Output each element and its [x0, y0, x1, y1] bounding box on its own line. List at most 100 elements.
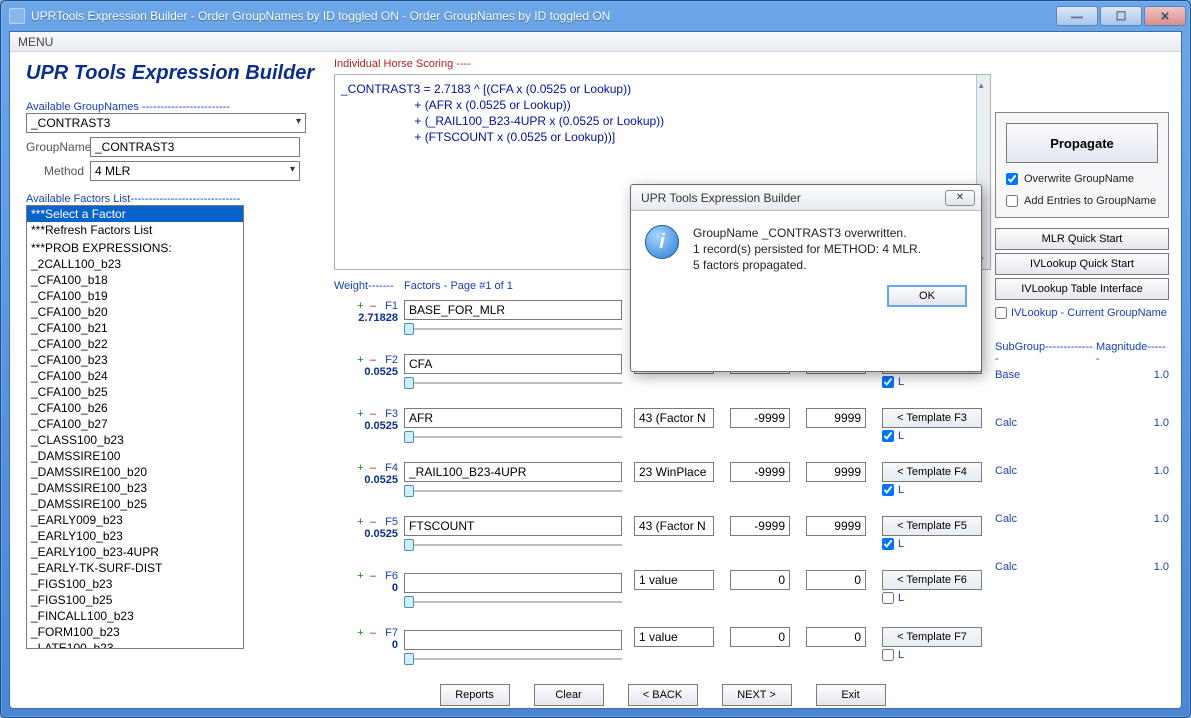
factor-slider[interactable] [404, 652, 622, 666]
factors-listbox[interactable]: ***Select a Factor***Refresh Factors Lis… [26, 205, 244, 649]
ivlookup-current-link[interactable]: IVLookup - Current GroupName [995, 307, 1169, 319]
dialog-close-button[interactable]: ✕ [945, 190, 975, 206]
groupnames-combo[interactable]: _CONTRAST3 [26, 113, 306, 133]
maximize-button[interactable]: ☐ [1100, 6, 1142, 26]
propagate-panel: Propagate Overwrite GroupName Add Entrie… [995, 112, 1169, 218]
list-item[interactable]: _DAMSSIRE100_b20 [27, 464, 243, 480]
list-item[interactable]: _DAMSSIRE100_b23 [27, 480, 243, 496]
list-item[interactable]: _FINCALL100_b23 [27, 608, 243, 624]
list-item[interactable]: _CFA100_b23 [27, 352, 243, 368]
list-item[interactable]: _2CALL100_b23 [27, 256, 243, 272]
factor-hi-input[interactable]: 9999 [806, 516, 866, 536]
list-item[interactable]: _CFA100_b26 [27, 400, 243, 416]
list-item[interactable]: _EARLY-TK-SURF-DIST [27, 560, 243, 576]
list-item[interactable]: _EARLY009_b23 [27, 512, 243, 528]
magnitude-header: Magnitude------ [1096, 341, 1169, 365]
exit-button[interactable]: Exit [816, 684, 886, 706]
menubar[interactable]: MENU [10, 32, 1181, 52]
template-button[interactable]: < Template F5 [882, 516, 982, 536]
list-item[interactable]: _FORM100_b23 [27, 624, 243, 640]
clear-button[interactable]: Clear [534, 684, 604, 706]
factor-src-input[interactable]: 23 WinPlace [634, 462, 714, 482]
factor-src-input[interactable]: 1 value [634, 570, 714, 590]
factor-hi-input[interactable]: 0 [806, 627, 866, 647]
factor-L-check[interactable]: L [882, 649, 982, 661]
template-button[interactable]: < Template F3 [882, 408, 982, 428]
scoring-header: Individual Horse Scoring ---- [334, 58, 991, 70]
list-item[interactable]: _CFA100_b21 [27, 320, 243, 336]
list-item[interactable]: _CFA100_b24 [27, 368, 243, 384]
factor-L-check[interactable]: L [882, 376, 982, 388]
list-item[interactable]: _CFA100_b25 [27, 384, 243, 400]
ivlookup-table-button[interactable]: IVLookup Table Interface [995, 278, 1169, 300]
method-combo[interactable]: 4 MLR [90, 161, 300, 181]
menu-item-menu[interactable]: MENU [18, 35, 53, 49]
groupname-input[interactable]: _CONTRAST3 [90, 137, 300, 157]
list-item[interactable]: _DAMSSIRE100 [27, 448, 243, 464]
factor-name-input[interactable]: FTSCOUNT [404, 516, 622, 536]
factor-L-check[interactable]: L [882, 592, 982, 604]
factor-row: + – F7 0 1 value 0 0 < Template F7 L [334, 627, 991, 666]
minimize-button[interactable]: — [1056, 6, 1098, 26]
list-item[interactable]: _CFA100_b20 [27, 304, 243, 320]
factor-slider[interactable] [404, 538, 622, 552]
ivlookup-quickstart-button[interactable]: IVLookup Quick Start [995, 253, 1169, 275]
titlebar[interactable]: UPRTools Expression Builder - Order Grou… [1, 1, 1190, 31]
close-button[interactable]: ✕ [1144, 6, 1186, 26]
factor-L-check[interactable]: L [882, 538, 982, 550]
template-button[interactable]: < Template F6 [882, 570, 982, 590]
list-item[interactable]: _FIGS100_b25 [27, 592, 243, 608]
factor-name-input[interactable]: BASE_FOR_MLR [404, 300, 622, 320]
factor-src-input[interactable]: 43 (Factor N [634, 516, 714, 536]
factor-L-check[interactable]: L [882, 430, 982, 442]
factor-lo-input[interactable]: -9999 [730, 462, 790, 482]
factor-src-input[interactable]: 43 (Factor N [634, 408, 714, 428]
list-item[interactable]: _CFA100_b27 [27, 416, 243, 432]
list-item[interactable]: _DAMSSIRE100_b25 [27, 496, 243, 512]
back-button[interactable]: < BACK [628, 684, 698, 706]
factor-name-input[interactable] [404, 630, 622, 650]
factor-hi-input[interactable]: 9999 [806, 462, 866, 482]
factor-name-input[interactable]: AFR [404, 408, 622, 428]
addentries-check[interactable]: Add Entries to GroupName [1006, 195, 1158, 207]
factor-lo-input[interactable]: 0 [730, 627, 790, 647]
list-item[interactable]: ***Refresh Factors List [27, 222, 243, 238]
factor-slider[interactable] [404, 484, 622, 498]
factor-slider[interactable] [404, 376, 622, 390]
factor-lo-input[interactable]: -9999 [730, 516, 790, 536]
factor-slider[interactable] [404, 430, 622, 444]
list-item[interactable]: _CFA100_b22 [27, 336, 243, 352]
factor-name-input[interactable] [404, 573, 622, 593]
list-item[interactable]: _EARLY100_b23-4UPR [27, 544, 243, 560]
factor-hi-input[interactable]: 9999 [806, 408, 866, 428]
list-item[interactable]: _CFA100_b18 [27, 272, 243, 288]
method-label: Method [26, 164, 90, 178]
factor-L-check[interactable]: L [882, 484, 982, 496]
list-item[interactable]: ***PROB EXPRESSIONS: [27, 240, 243, 256]
factor-src-input[interactable]: 1 value [634, 627, 714, 647]
factor-lo-input[interactable]: 0 [730, 570, 790, 590]
list-item[interactable]: _CLASS100_b23 [27, 432, 243, 448]
list-item[interactable]: _CFA100_b19 [27, 288, 243, 304]
list-item[interactable]: _EARLY100_b23 [27, 528, 243, 544]
list-item[interactable]: _LATE100_b23 [27, 640, 243, 649]
available-groupnames-label: Available GroupNames -------------------… [26, 101, 322, 113]
factor-lo-input[interactable]: -9999 [730, 408, 790, 428]
factor-name-input[interactable]: _RAIL100_B23-4UPR [404, 462, 622, 482]
factor-slider[interactable] [404, 595, 622, 609]
factor-hi-input[interactable]: 0 [806, 570, 866, 590]
list-item[interactable]: ***Select a Factor [27, 206, 243, 222]
mlr-quickstart-button[interactable]: MLR Quick Start [995, 228, 1169, 250]
overwrite-check[interactable]: Overwrite GroupName [1006, 173, 1158, 185]
subgroup-header: SubGroup-------------- [995, 341, 1096, 365]
app-title: UPR Tools Expression Builder [26, 62, 322, 85]
factor-slider[interactable] [404, 322, 622, 336]
dialog-ok-button[interactable]: OK [887, 285, 967, 307]
factor-name-input[interactable]: CFA [404, 354, 622, 374]
template-button[interactable]: < Template F4 [882, 462, 982, 482]
list-item[interactable]: _FIGS100_b23 [27, 576, 243, 592]
template-button[interactable]: < Template F7 [882, 627, 982, 647]
next-button[interactable]: NEXT > [722, 684, 792, 706]
propagate-button[interactable]: Propagate [1006, 123, 1158, 163]
reports-button[interactable]: Reports [440, 684, 510, 706]
